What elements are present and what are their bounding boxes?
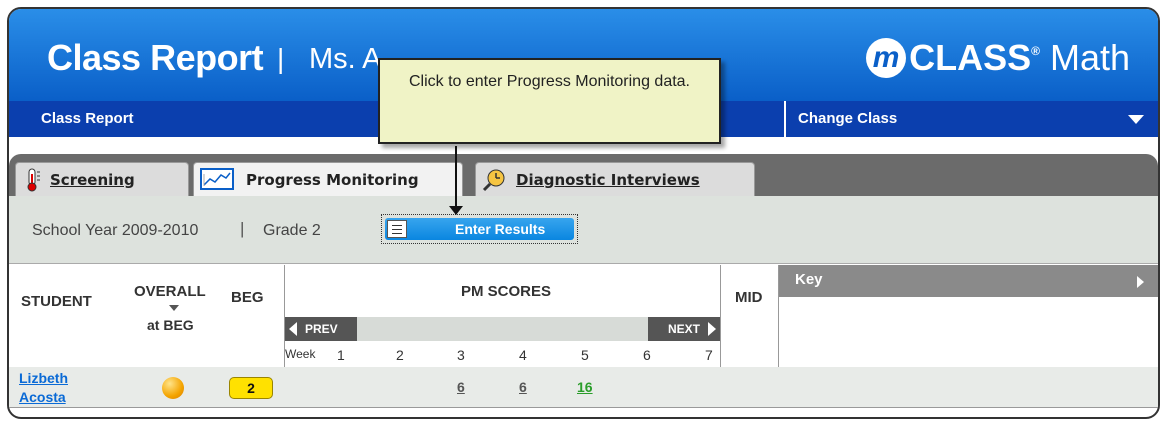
enter-results-button-body: Enter Results: [385, 218, 574, 240]
toolbar-separator: |: [240, 219, 245, 238]
key-label: Key: [795, 271, 823, 288]
mclass-math-logo: m CLASS ® Math: [866, 37, 1130, 79]
week-number: 7: [705, 347, 713, 363]
title-separator: |: [277, 43, 285, 74]
table-bottom-border: [9, 407, 1158, 408]
sort-down-icon[interactable]: [169, 305, 179, 311]
report-toolbar: School Year 2009-2010 | Grade 2 Enter Re…: [9, 196, 1158, 264]
enter-results-label: Enter Results: [455, 221, 546, 237]
tab-progress-monitoring[interactable]: Progress Monitoring: [193, 162, 463, 196]
clock-magnifier-icon: [482, 168, 508, 192]
student-first-name: Lizbeth: [19, 370, 68, 386]
week-number: 6: [643, 347, 651, 363]
pm-week-navigation: PREV NEXT: [285, 317, 720, 341]
column-header-overall[interactable]: OVERALL: [134, 283, 206, 300]
callout-text: Click to enter Progress Monitoring data.: [408, 73, 690, 90]
change-class-dropdown[interactable]: Change Class: [784, 101, 1158, 137]
enter-results-button[interactable]: Enter Results: [381, 214, 578, 244]
teacher-name: Ms. A: [309, 43, 382, 75]
next-label: NEXT: [667, 322, 700, 336]
pm-score-week-4[interactable]: 6: [519, 379, 527, 395]
key-panel-toggle[interactable]: Key: [779, 265, 1158, 297]
breadcrumb-class-report: Class Report: [41, 110, 134, 127]
column-header-pm-scores: PM SCORES: [461, 283, 552, 300]
school-year-label: School Year 2009-2010: [32, 222, 199, 239]
prev-week-button[interactable]: PREV: [285, 317, 357, 341]
week-label: Week: [285, 347, 316, 361]
tutorial-callout: Click to enter Progress Monitoring data.: [378, 58, 721, 144]
column-header-overall-sub: at BEG: [147, 317, 194, 333]
chevron-right-icon: [1137, 276, 1144, 288]
tab-progress-monitoring-label: Progress Monitoring: [246, 170, 419, 189]
callout-arrow-line: [455, 146, 457, 208]
tab-screening[interactable]: Screening: [15, 162, 189, 196]
list-icon: [387, 220, 407, 238]
logo-m-icon: m: [866, 38, 907, 78]
tab-diagnostic-interviews-label[interactable]: Diagnostic Interviews: [516, 171, 700, 189]
week-number: 4: [519, 347, 527, 363]
overall-status-dot: [162, 377, 184, 399]
thermometer-icon: [22, 168, 42, 192]
line-chart-icon: [200, 167, 238, 192]
week-number: 3: [457, 347, 465, 363]
week-number: 5: [581, 347, 589, 363]
report-tabs: Screening Progress Monitoring Diagnostic…: [9, 154, 1158, 196]
change-class-label: Change Class: [798, 110, 898, 127]
column-header-mid: MID: [735, 289, 763, 306]
results-table: STUDENT OVERALL at BEG BEG PM SCORES MID…: [9, 265, 1158, 417]
arrow-left-icon: [289, 322, 297, 336]
prev-label: PREV: [305, 322, 338, 336]
pm-score-week-5[interactable]: 16: [577, 379, 593, 395]
column-header-student: STUDENT: [21, 293, 92, 310]
next-week-button[interactable]: NEXT: [648, 317, 720, 341]
chevron-down-icon: [1128, 115, 1144, 124]
logo-math-text: Math: [1049, 37, 1130, 78]
logo-class-text: CLASS: [909, 37, 1032, 78]
column-header-beg: BEG: [231, 289, 264, 306]
student-last-name: Acosta: [19, 389, 66, 405]
beg-score-badge[interactable]: 2: [229, 377, 273, 399]
grade-label: Grade 2: [263, 222, 321, 239]
table-row: Lizbeth Acosta 2 6 6 16: [9, 367, 1158, 407]
callout-arrow-down-icon: [449, 206, 463, 215]
tab-screening-label[interactable]: Screening: [50, 171, 135, 189]
logo-registered-mark: ®: [1031, 44, 1040, 58]
student-name-link[interactable]: Lizbeth Acosta: [19, 369, 68, 407]
pm-score-week-3[interactable]: 6: [457, 379, 465, 395]
week-number: 2: [396, 347, 404, 363]
arrow-right-icon: [708, 322, 716, 336]
page-title: Class Report: [47, 37, 264, 78]
week-number: 1: [337, 347, 345, 363]
tab-diagnostic-interviews[interactable]: Diagnostic Interviews: [475, 162, 755, 196]
